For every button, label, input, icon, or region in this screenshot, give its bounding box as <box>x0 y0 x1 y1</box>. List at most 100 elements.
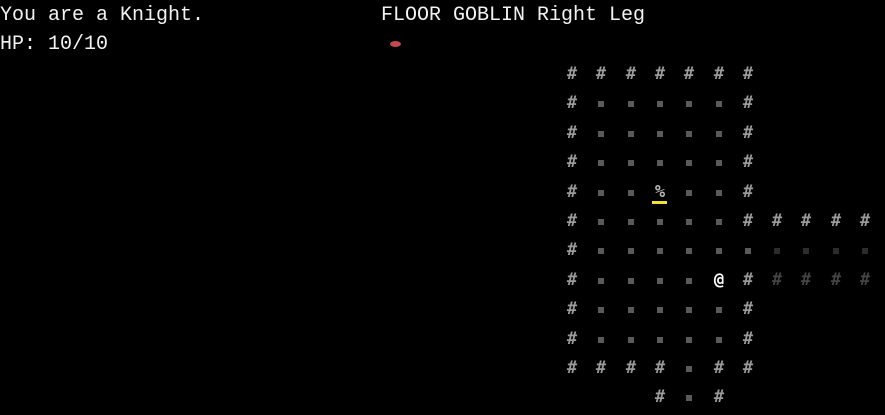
floor-tile <box>645 119 675 148</box>
floor-tile <box>586 266 616 295</box>
floor-dot-icon <box>628 219 634 225</box>
floor-tile <box>704 148 734 177</box>
floor-dot-icon <box>686 160 692 166</box>
floor-dot-icon <box>657 307 663 313</box>
floor-dot-icon <box>686 278 692 284</box>
floor-dot-icon <box>657 131 663 137</box>
floor-dot-icon <box>657 248 663 254</box>
floor-dot-icon <box>716 248 722 254</box>
floor-dot-icon <box>598 278 604 284</box>
floor-dot-icon <box>686 307 692 313</box>
floor-tile <box>704 325 734 354</box>
floor-dot-icon <box>657 160 663 166</box>
floor-tile <box>645 236 675 265</box>
floor-tile <box>674 383 704 412</box>
floor-tile <box>645 295 675 324</box>
player-icon: @ <box>713 270 725 290</box>
floor-tile <box>645 266 675 295</box>
wall-tile: # <box>742 182 754 202</box>
floor-dot-icon <box>598 337 604 343</box>
wall-tile: # <box>713 387 725 407</box>
floor-tile <box>821 236 851 265</box>
floor-tile <box>586 119 616 148</box>
floor-dot-icon <box>598 219 604 225</box>
wall-tile: # <box>859 211 871 231</box>
wall-tile: # <box>742 299 754 319</box>
floor-tile <box>645 148 675 177</box>
floor-dot-icon <box>598 160 604 166</box>
floor-dot-icon <box>862 248 868 254</box>
floor-tile <box>616 89 646 118</box>
floor-dot-icon <box>628 160 634 166</box>
floor-tile <box>704 207 734 236</box>
wall-tile: # <box>566 64 578 84</box>
floor-tile <box>674 354 704 383</box>
floor-dot-icon <box>745 248 751 254</box>
floor-tile <box>704 236 734 265</box>
floor-tile <box>704 119 734 148</box>
item-goblin-leg[interactable]: % <box>645 178 675 207</box>
floor-dot-icon <box>716 190 722 196</box>
wall-tile: # <box>742 270 754 290</box>
wall-tile: # <box>771 211 783 231</box>
wall-tile: # <box>742 64 754 84</box>
wall-tile: # <box>830 211 842 231</box>
floor-dot-icon <box>803 248 809 254</box>
floor-tile <box>674 207 704 236</box>
floor-dot-icon <box>628 190 634 196</box>
wall-tile: # <box>742 358 754 378</box>
wall-tile: # <box>566 358 578 378</box>
floor-tile <box>704 295 734 324</box>
wall-tile: # <box>566 211 578 231</box>
floor-dot-icon <box>598 131 604 137</box>
wall-tile: # <box>595 358 607 378</box>
floor-dot-icon <box>628 101 634 107</box>
floor-tile <box>586 325 616 354</box>
floor-tile <box>616 295 646 324</box>
wall-tile: # <box>742 329 754 349</box>
floor-tile <box>586 89 616 118</box>
floor-tile <box>674 178 704 207</box>
wall-tile: # <box>859 270 871 290</box>
floor-tile <box>674 119 704 148</box>
floor-tile <box>616 148 646 177</box>
floor-dot-icon <box>657 101 663 107</box>
floor-tile <box>674 295 704 324</box>
wall-tile: # <box>566 270 578 290</box>
floor-dot-icon <box>657 337 663 343</box>
wall-tile: # <box>566 152 578 172</box>
floor-tile <box>586 207 616 236</box>
wall-tile: # <box>595 64 607 84</box>
floor-tile <box>616 266 646 295</box>
floor-tile <box>791 236 821 265</box>
wall-tile: # <box>713 358 725 378</box>
wall-tile: # <box>566 240 578 260</box>
floor-dot-icon <box>598 307 604 313</box>
floor-tile <box>733 236 763 265</box>
floor-dot-icon <box>716 160 722 166</box>
dungeon-map[interactable]: # # # # # # # # # # # # # #% # # # # # # # # # @ # # # # # # # # # # # # # # #… <box>0 0 885 415</box>
floor-dot-icon <box>833 248 839 254</box>
floor-tile <box>850 236 880 265</box>
floor-dot-icon <box>686 219 692 225</box>
wall-tile: # <box>566 329 578 349</box>
floor-tile <box>645 325 675 354</box>
floor-dot-icon <box>686 395 692 401</box>
floor-dot-icon <box>716 307 722 313</box>
floor-dot-icon <box>686 101 692 107</box>
wall-tile: # <box>830 270 842 290</box>
floor-dot-icon <box>686 190 692 196</box>
floor-tile <box>616 178 646 207</box>
wall-tile: # <box>566 93 578 113</box>
floor-dot-icon <box>628 248 634 254</box>
floor-dot-icon <box>598 248 604 254</box>
floor-dot-icon <box>686 366 692 372</box>
wall-tile: # <box>742 123 754 143</box>
floor-dot-icon <box>686 131 692 137</box>
floor-dot-icon <box>686 337 692 343</box>
floor-tile <box>586 148 616 177</box>
wall-tile: # <box>625 64 637 84</box>
floor-tile <box>616 207 646 236</box>
wall-tile: # <box>771 270 783 290</box>
floor-tile <box>674 148 704 177</box>
